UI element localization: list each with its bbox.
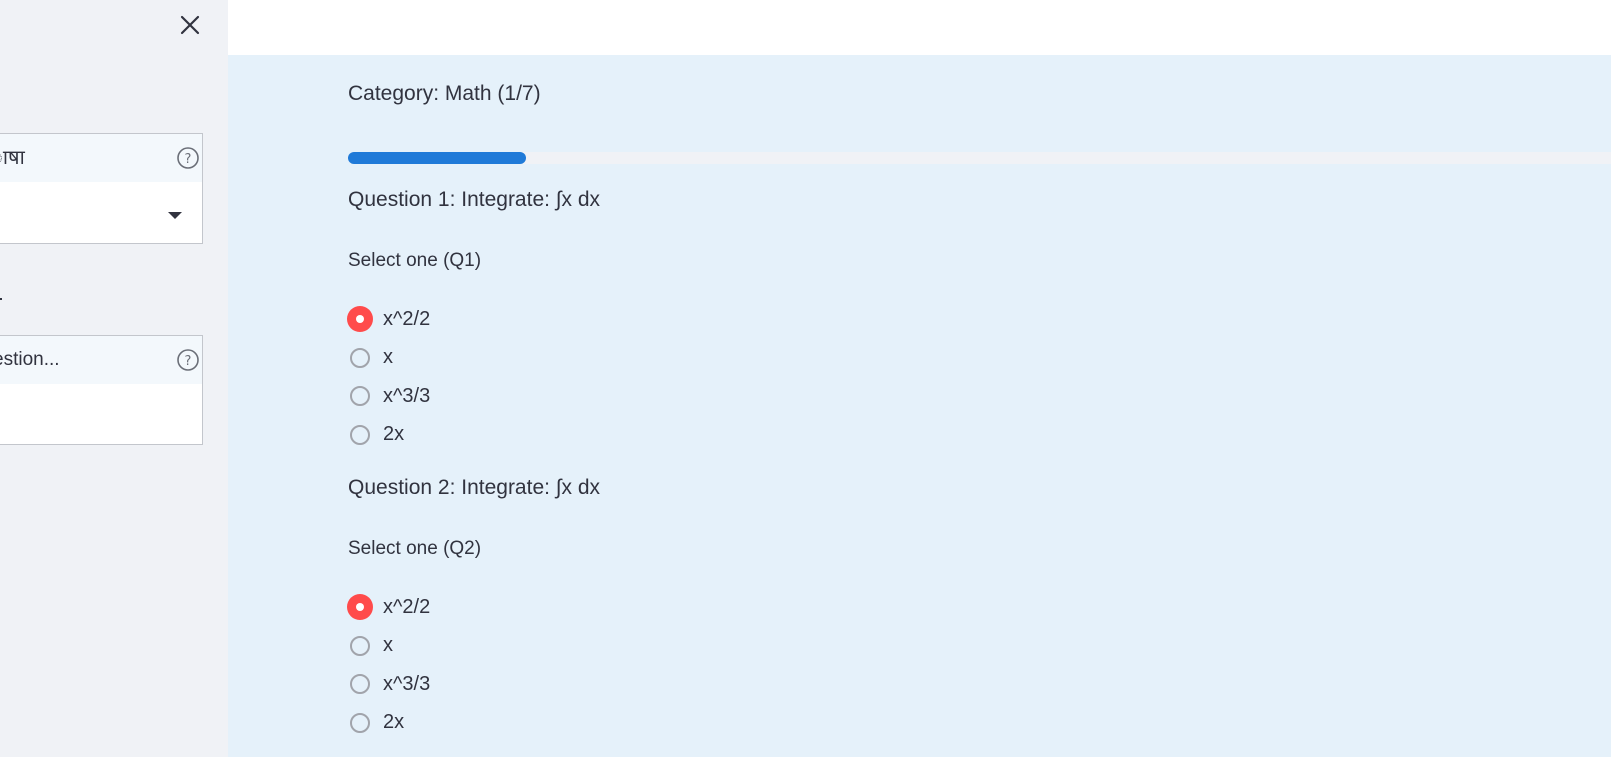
radio-option[interactable]: x^3/3: [348, 665, 600, 704]
radio-option-label: x: [383, 346, 393, 369]
question-block-2: Question 2: Integrate: ∫x dx Select one …: [347, 476, 601, 743]
help-circle-icon[interactable]: ?: [176, 348, 200, 372]
question-input-label: estion...: [0, 349, 60, 370]
radio-option-label: 2x: [383, 423, 405, 446]
language-select-label: ाषा: [0, 147, 25, 169]
radio-option-label: x: [383, 634, 393, 657]
radio-group-q1: x^2/2 x x^3/3 2x: [347, 300, 600, 455]
radio-button[interactable]: [350, 347, 370, 368]
radio-option[interactable]: x^2/2: [347, 588, 600, 627]
radio-button[interactable]: [350, 386, 370, 407]
radio-button[interactable]: [350, 674, 370, 695]
main-content: Category: Math (1/7) Question 1: Integra…: [228, 55, 1611, 757]
radio-option[interactable]: 2x: [348, 704, 600, 743]
svg-text:?: ?: [185, 354, 192, 369]
radio-option-label: x^2/2: [383, 595, 431, 618]
radio-button[interactable]: [347, 594, 373, 621]
question-title: Question 2: Integrate: ∫x dx: [348, 476, 601, 499]
sidebar: ाषा ? estion... ?: [0, 0, 228, 757]
question-block-1: Question 1: Integrate: ∫x dx Select one …: [347, 188, 601, 455]
radio-option-label: x^3/3: [383, 384, 431, 407]
question-title: Question 1: Integrate: ∫x dx: [348, 188, 601, 211]
radio-option[interactable]: x: [348, 339, 600, 378]
radio-option-label: 2x: [383, 711, 405, 734]
radio-option[interactable]: 2x: [348, 416, 600, 455]
question-input-card: estion... ?: [0, 335, 203, 445]
question-input-field[interactable]: [0, 384, 202, 444]
radio-option[interactable]: x: [348, 627, 600, 666]
top-bar: [228, 0, 1611, 55]
question-prompt: Select one (Q1): [348, 250, 482, 271]
help-circle-icon[interactable]: ?: [176, 146, 200, 170]
radio-option-label: x^2/2: [383, 307, 431, 330]
progress-bar: [348, 152, 1611, 164]
language-select-card: ाषा ?: [0, 133, 203, 244]
radio-button[interactable]: [350, 712, 370, 733]
question-prompt: Select one (Q2): [348, 538, 482, 559]
category-heading: Category: Math (1/7): [348, 82, 541, 105]
radio-group-q2: x^2/2 x x^3/3 2x: [347, 588, 600, 743]
radio-option-label: x^3/3: [383, 672, 431, 695]
language-select-header: ाषा ?: [0, 134, 202, 182]
svg-text:?: ?: [185, 152, 192, 167]
radio-button[interactable]: [347, 306, 373, 333]
question-input-header: estion... ?: [0, 336, 202, 384]
radio-option[interactable]: x^2/2: [347, 300, 600, 339]
progress-bar-fill: [348, 152, 527, 164]
caret-down-icon[interactable]: [168, 212, 182, 219]
radio-option[interactable]: x^3/3: [348, 377, 600, 416]
radio-button[interactable]: [350, 424, 370, 445]
sidebar-divider-fragment: [0, 298, 2, 300]
radio-button[interactable]: [350, 635, 370, 656]
close-icon[interactable]: [177, 12, 203, 38]
